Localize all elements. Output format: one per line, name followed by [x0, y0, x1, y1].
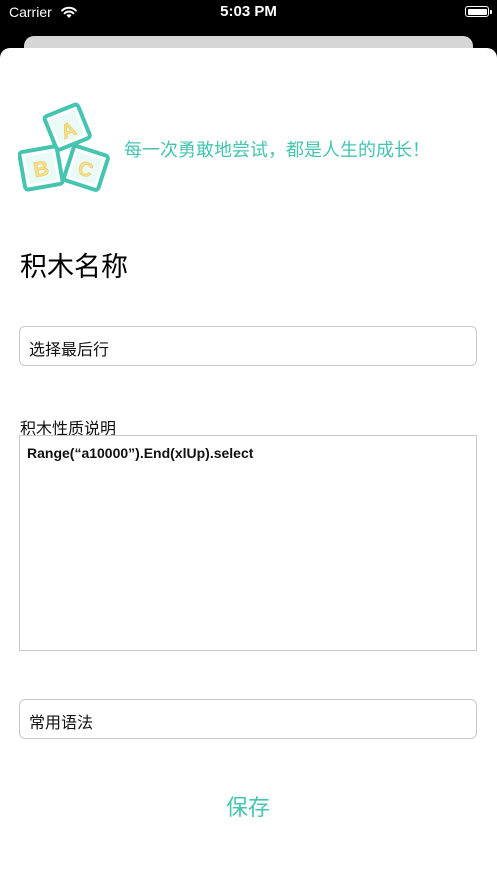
description-textarea[interactable]: Range(“a10000”).End(xlUp).select [19, 435, 477, 651]
block-name-input[interactable]: 选择最后行 [19, 326, 477, 366]
description-value: Range(“a10000”).End(xlUp).select [27, 445, 254, 461]
battery-level-fill [467, 8, 487, 15]
slogan-text: 每一次勇敢地尝试，都是人生的成长！ [124, 140, 430, 161]
abc-blocks-icon: A B C [18, 102, 110, 192]
status-bar: Carrier 5:03 PM [0, 0, 497, 26]
block-name-title: 积木名称 [20, 252, 128, 283]
app-screen: Carrier 5:03 PM A B C 每一次勇敢地尝试，都是人生的成长！ … [0, 0, 497, 883]
category-value: 常用语法 [29, 713, 94, 732]
battery-icon [465, 6, 492, 17]
save-button[interactable]: 保存 [198, 792, 298, 826]
modal-sheet: A B C 每一次勇敢地尝试，都是人生的成长！ 积木名称 选择最后行 积木性质说… [0, 48, 497, 883]
category-input[interactable]: 常用语法 [19, 699, 477, 739]
clock-time: 5:03 PM [220, 3, 277, 20]
block-name-value: 选择最后行 [29, 340, 110, 359]
